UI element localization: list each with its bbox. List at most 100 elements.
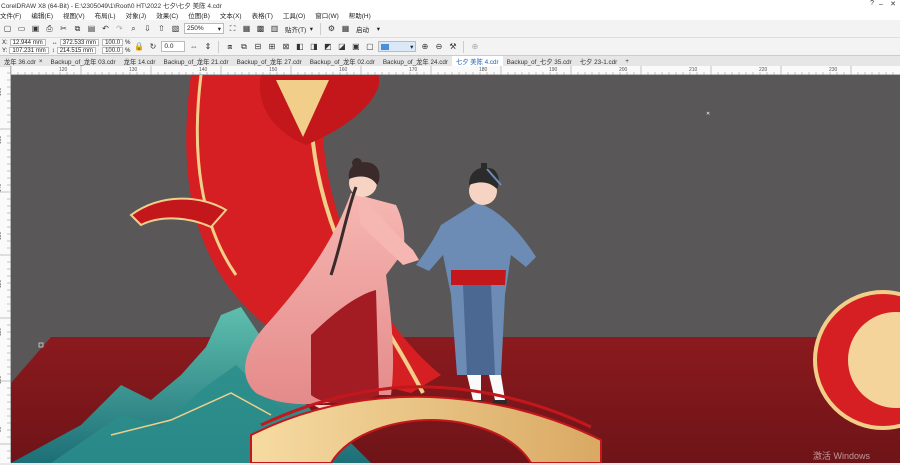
ungroup-all-icon[interactable]: ⊟ [252, 41, 263, 52]
intersect-icon[interactable]: ◩ [322, 41, 333, 52]
options-gear-icon[interactable]: ⚙ [326, 23, 337, 34]
outline-width-select[interactable]: ▾ [378, 41, 417, 52]
new-document-icon[interactable]: ▢ [2, 23, 13, 34]
y-position-input[interactable]: 107.231 mm [9, 47, 49, 54]
launch-label: 启动 [356, 26, 369, 34]
drawing-canvas[interactable]: ✕ 激活 Windows [11, 75, 900, 463]
simplify-icon[interactable]: ◪ [336, 41, 347, 52]
back-minus-front-icon[interactable]: ▢ [364, 41, 375, 52]
tab-document[interactable]: Backup_of_龙年 24.cdr [379, 56, 452, 66]
menu-effects[interactable]: 效果(C) [156, 10, 178, 20]
combine-icon[interactable]: ⊞ [266, 41, 277, 52]
search-content-icon[interactable]: ⌕ [128, 23, 139, 34]
app-launcher-icon[interactable]: ▦ [340, 23, 351, 34]
ruler-label: 210 [689, 67, 698, 73]
menu-help[interactable]: 帮助(H) [349, 10, 371, 20]
tab-document[interactable]: Backup_of_七夕 35.cdr [503, 56, 576, 66]
menu-table[interactable]: 表格(T) [252, 10, 273, 20]
menu-view[interactable]: 视图(V) [63, 10, 85, 20]
weld-icon[interactable]: ◧ [294, 41, 305, 52]
tab-label: 七夕 23-1.cdr [579, 58, 618, 66]
break-apart-icon[interactable]: ⊠ [280, 41, 291, 52]
width-icon: ↔ [51, 39, 58, 46]
tab-document[interactable]: Backup_of_龙年 27.cdr [233, 56, 306, 66]
save-icon[interactable]: ▣ [30, 23, 41, 34]
show-grid-icon[interactable]: ▩ [255, 23, 266, 34]
toolbar-separator [320, 22, 321, 35]
show-rulers-icon[interactable]: ▦ [241, 23, 252, 34]
menu-bar: 文件(F) 编辑(E) 视图(V) 布局(L) 对象(J) 效果(C) 位图(B… [0, 10, 900, 20]
ruler-label: 90 [0, 426, 3, 432]
redo-icon[interactable]: ↷ [114, 23, 125, 34]
chevron-down-icon: ▾ [410, 43, 414, 51]
to-back-icon[interactable]: ⊖ [433, 41, 444, 52]
snap-to-dropdown[interactable]: 贴齐(T) ▾ [283, 23, 315, 34]
x-label: X: [2, 39, 8, 46]
open-icon[interactable]: ▭ [16, 23, 27, 34]
width-input[interactable]: 372.533 mm [59, 39, 100, 46]
show-guidelines-icon[interactable]: ▥ [269, 23, 280, 34]
artwork: ✕ [11, 75, 900, 463]
tab-document-active[interactable]: 七夕 美陈 4.cdr [451, 56, 503, 66]
tab-document[interactable]: 七夕 23-1.cdr [576, 56, 621, 66]
zoom-level-value: 250% [187, 25, 204, 32]
tab-document[interactable]: Backup_of_龙年 02.cdr [306, 56, 379, 66]
tab-document[interactable]: Backup_of_龙年 21.cdr [160, 56, 233, 66]
paste-icon[interactable]: ▤ [86, 23, 97, 34]
close-icon[interactable]: × [39, 58, 43, 65]
add-icon[interactable]: ⊕ [469, 41, 480, 52]
mirror-horizontal-icon[interactable]: ⇔ [188, 41, 199, 52]
size-fields: ↔ 372.533 mm ↕ 214.515 mm [51, 39, 100, 55]
scale-width-input[interactable]: 100.0 [102, 39, 124, 46]
new-tab-button[interactable]: + [621, 56, 633, 66]
import-icon[interactable]: ⇩ [142, 23, 153, 34]
group-icon[interactable]: ⧈ [224, 41, 235, 52]
menu-bitmaps[interactable]: 位图(B) [188, 10, 210, 20]
copy-icon[interactable]: ⧉ [72, 23, 83, 34]
zoom-level-select[interactable]: 250% ▾ [184, 23, 224, 34]
minimize-button[interactable]: – [876, 0, 886, 10]
mirror-vertical-icon[interactable]: ⇕ [202, 41, 213, 52]
ruler-ticks: 120 130 140 150 160 170 180 190 200 210 220 230 [10, 66, 894, 75]
to-front-icon[interactable]: ⊕ [419, 41, 430, 52]
ungroup-icon[interactable]: ⧉ [238, 41, 249, 52]
cut-icon[interactable]: ✂ [58, 23, 69, 34]
scale-height-input[interactable]: 100.0 [102, 47, 124, 54]
x-position-input[interactable]: 12.944 mm [9, 39, 46, 46]
menu-edit[interactable]: 编辑(E) [31, 10, 53, 20]
tab-document[interactable]: 龙年 36.cdr × [0, 56, 47, 66]
export-icon[interactable]: ⇧ [156, 23, 167, 34]
ruler-label: 140 [199, 67, 208, 73]
ruler-label: 130 [129, 67, 138, 73]
tab-document[interactable]: Backup_of_龙年 03.cdr [47, 56, 120, 66]
height-input[interactable]: 214.515 mm [56, 47, 97, 54]
publish-pdf-icon[interactable]: ▧ [170, 23, 181, 34]
help-icon[interactable]: ? [870, 0, 874, 7]
vertical-ruler[interactable]: 160 150 140 130 120 110 100 90 [0, 65, 11, 463]
full-screen-icon[interactable]: ⛶ [227, 23, 238, 34]
front-minus-back-icon[interactable]: ▣ [350, 41, 361, 52]
menu-window[interactable]: 窗口(W) [315, 10, 338, 20]
quick-customize-icon[interactable]: ⚒ [447, 41, 458, 52]
menu-tools[interactable]: 工具(O) [283, 10, 305, 20]
ruler-label: 170 [409, 67, 418, 73]
toolbar-separator [463, 40, 465, 53]
menu-file[interactable]: 文件(F) [0, 10, 21, 20]
scale-fields: 100.0% 100.0% [102, 39, 130, 55]
trim-icon[interactable]: ◨ [308, 41, 319, 52]
launch-dropdown[interactable]: 启动 ▾ [354, 23, 382, 34]
lock-ratio-icon[interactable]: 🔒 [133, 41, 144, 52]
activation-watermark: 激活 Windows [812, 451, 870, 461]
menu-object[interactable]: 对象(J) [126, 10, 147, 20]
menu-text[interactable]: 文本(X) [220, 10, 242, 20]
undo-icon[interactable]: ↶ [100, 23, 111, 34]
menu-layout[interactable]: 布局(L) [95, 10, 116, 20]
rotation-icon[interactable]: ↻ [147, 41, 158, 52]
horizontal-ruler[interactable]: 120 130 140 150 160 170 180 190 200 210 220 230 [10, 66, 900, 75]
close-button[interactable]: ✕ [888, 0, 898, 10]
ruler-label: 220 [759, 67, 768, 73]
height-icon: ↕ [51, 47, 55, 54]
rotation-input[interactable]: 0.0 [161, 41, 186, 52]
print-icon[interactable]: ⎙ [44, 23, 55, 34]
tab-document[interactable]: 龙年 14.cdr [120, 56, 160, 66]
